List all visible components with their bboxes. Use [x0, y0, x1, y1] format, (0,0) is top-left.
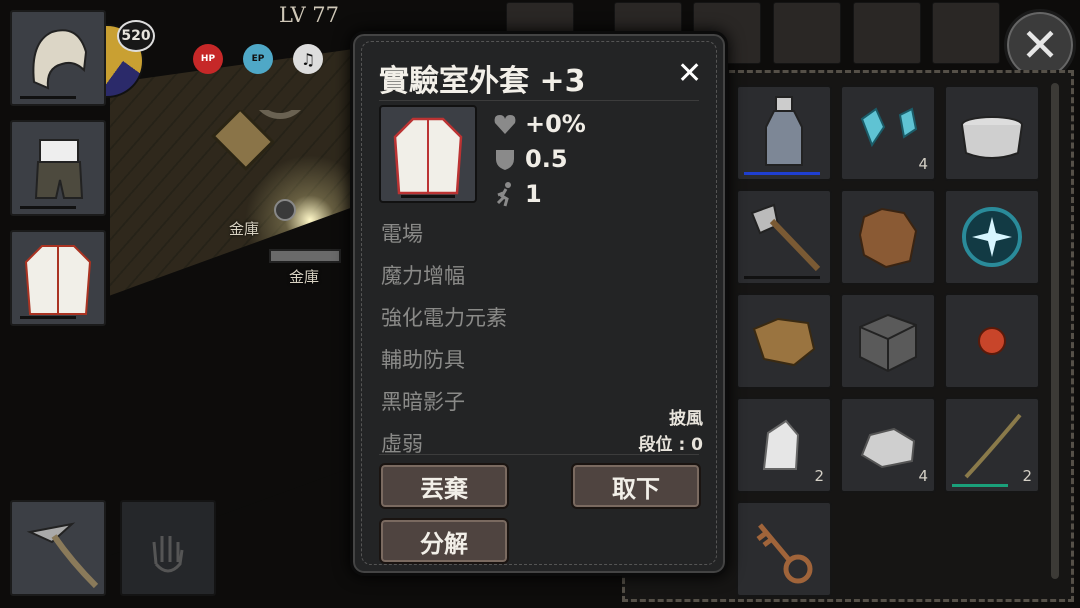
lab-coat-icon	[24, 245, 92, 315]
tab-pouch[interactable]	[773, 2, 841, 64]
pickaxe-icon	[26, 522, 99, 589]
inventory-slot[interactable]	[944, 189, 1040, 285]
axe-icon	[750, 203, 821, 272]
shield-icon	[496, 150, 514, 170]
effect-item: 魔力增幅	[381, 264, 465, 288]
durability-bar	[20, 316, 76, 319]
durability-bar	[744, 172, 820, 175]
inventory-slot[interactable]	[736, 189, 832, 285]
equip-slot-head[interactable]	[10, 10, 106, 106]
durability-bar	[20, 206, 76, 209]
sound-icon[interactable]: ♫	[293, 44, 323, 74]
inventory-scrollbar[interactable]	[1051, 83, 1059, 579]
discard-button[interactable]: 丟棄	[379, 463, 509, 509]
player-level: LV 77	[279, 3, 340, 27]
divider	[379, 454, 699, 455]
divider	[379, 100, 699, 101]
vault-label: 金庫	[229, 220, 260, 238]
item-quantity: 2	[1022, 467, 1032, 485]
overalls-icon	[34, 139, 84, 199]
effect-item: 輔助防具	[381, 348, 465, 372]
stat-speed: 1	[493, 180, 542, 208]
stat-value: 0.5	[525, 145, 568, 173]
inventory-slot[interactable]: 2	[736, 397, 832, 493]
effect-item: 強化電力元素	[381, 306, 507, 330]
magic-orb-icon	[962, 207, 1022, 267]
inventory-slot[interactable]	[840, 189, 936, 285]
heart-icon	[494, 115, 516, 134]
durability-bar	[952, 484, 1008, 487]
inventory-slot[interactable]: 4	[840, 397, 936, 493]
equipment-tier: 段位 : 0	[638, 435, 703, 455]
vault-label: 金庫	[289, 268, 320, 286]
key-icon	[756, 523, 813, 584]
inventory-slot[interactable]: 4	[840, 85, 936, 181]
effect-item: 黑暗影子	[381, 390, 465, 414]
red-gem-icon	[978, 327, 1006, 355]
equip-slot-gloves[interactable]	[120, 500, 216, 596]
inventory-slot[interactable]	[840, 293, 936, 389]
item-icon-frame	[379, 105, 477, 203]
leather-scrap-icon	[752, 317, 816, 367]
equip-slot-body[interactable]	[10, 120, 106, 216]
item-detail-popup: 實驗室外套 +3 ✕ +0% 0.5 1 電場 魔力增幅 強化電力元素 輔助防具…	[350, 31, 728, 576]
glove-icon	[152, 536, 184, 573]
disassemble-button[interactable]: 分解	[379, 518, 509, 564]
equip-slot-weapon[interactable]	[10, 500, 106, 596]
unequip-button[interactable]: 取下	[571, 463, 701, 509]
glass-bottle-icon	[765, 96, 803, 166]
cloth-hood-icon	[32, 29, 88, 90]
inventory-slot[interactable]: 2	[944, 397, 1040, 493]
inventory-slot[interactable]	[944, 293, 1040, 389]
item-quantity: 4	[918, 467, 928, 485]
inventory-slot[interactable]	[736, 85, 832, 181]
item-title: 實驗室外套 +3	[379, 64, 586, 99]
lab-coat-icon	[393, 117, 463, 198]
durability-bar	[20, 96, 76, 99]
equip-slot-cape[interactable]	[10, 230, 106, 326]
inventory-slot[interactable]	[736, 293, 832, 389]
item-quantity: 2	[814, 467, 824, 485]
item-quantity: 4	[918, 155, 928, 173]
stat-defense: 0.5	[493, 145, 568, 173]
inventory-slot[interactable]	[736, 501, 832, 597]
energy-ring: 520	[117, 20, 155, 52]
tab-animal[interactable]	[932, 2, 1000, 64]
ep-badge: EP	[243, 44, 273, 74]
animal-pelt-icon	[858, 207, 918, 269]
cooking-pot-icon	[961, 116, 1023, 159]
close-icon[interactable]: ✕	[677, 56, 702, 91]
stat-hp-bonus: +0%	[493, 110, 586, 138]
stat-value: 1	[525, 180, 542, 208]
running-figure-icon	[496, 182, 511, 207]
equipment-slot-type: 披風	[669, 409, 703, 429]
inventory-slot[interactable]	[944, 85, 1040, 181]
durability-bar	[744, 276, 820, 279]
hp-badge: HP	[193, 44, 223, 74]
effect-item: 電場	[381, 222, 423, 246]
stone-block-icon	[859, 313, 917, 373]
tab-pouch-2[interactable]	[853, 2, 921, 64]
stat-value: +0%	[525, 110, 586, 138]
